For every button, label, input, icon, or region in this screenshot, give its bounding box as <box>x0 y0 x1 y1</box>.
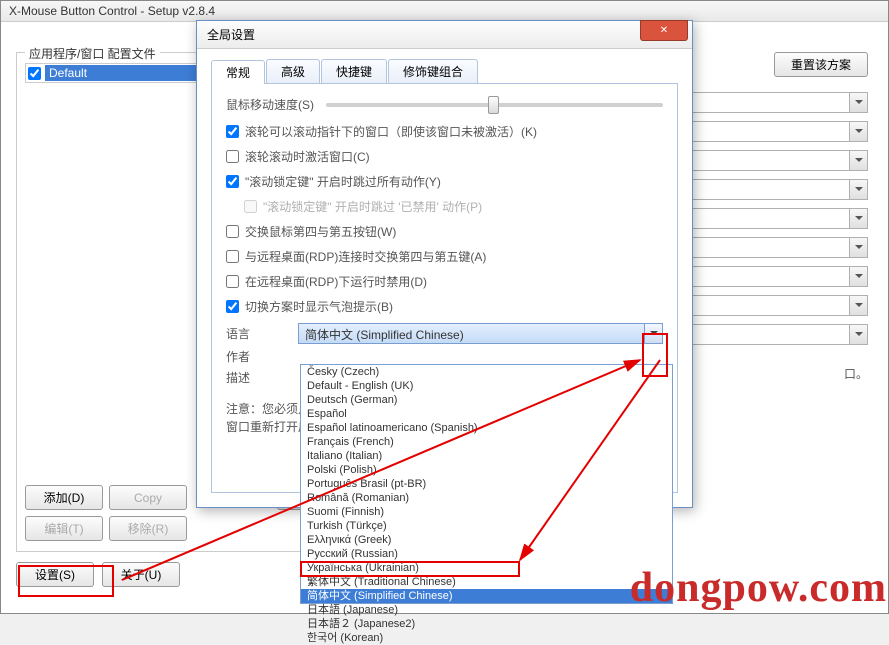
close-icon[interactable] <box>640 20 688 41</box>
language-option[interactable]: Česky (Czech) <box>301 365 672 379</box>
chevron-down-icon[interactable] <box>849 266 868 287</box>
chk-scroll-lock-off: "滚动锁定键" 开启时跳过 '已禁用' 动作(P) <box>244 198 663 215</box>
language-option[interactable]: Español <box>301 407 672 421</box>
tab-general[interactable]: 常规 <box>211 60 265 84</box>
watermark: dongpow.com <box>630 564 887 612</box>
mouse-speed-label: 鼠标移动速度(S) <box>226 96 326 113</box>
language-option[interactable]: Turkish (Türkçe) <box>301 519 672 533</box>
language-option[interactable]: Português Brasil (pt-BR) <box>301 477 672 491</box>
language-selected: 简体中文 (Simplified Chinese) <box>298 323 645 344</box>
chk-scroll-under[interactable]: 滚轮可以滚动指针下的窗口（即使该窗口未被激活）(K) <box>226 123 663 140</box>
language-option[interactable]: Italiano (Italian) <box>301 449 672 463</box>
author-label: 作者 <box>226 348 298 365</box>
tab-hotkeys[interactable]: 快捷键 <box>321 59 387 83</box>
language-option[interactable]: Français (French) <box>301 435 672 449</box>
language-option[interactable]: Español latinoamericano (Spanish) <box>301 421 672 435</box>
chevron-down-icon[interactable] <box>849 121 868 142</box>
add-button[interactable]: 添加(D) <box>25 485 103 510</box>
chk-rdp-swap[interactable]: 与远程桌面(RDP)连接时交换第四与第五键(A) <box>226 248 663 265</box>
chk-scroll-activate[interactable]: 滚轮滚动时激活窗口(C) <box>226 148 663 165</box>
chk-tooltip[interactable]: 切换方案时显示气泡提示(B) <box>226 298 663 315</box>
desc-label: 描述 <box>226 369 298 386</box>
settings-button[interactable]: 设置(S) <box>16 562 94 587</box>
chevron-down-icon[interactable] <box>849 92 868 113</box>
language-select[interactable]: 简体中文 (Simplified Chinese) <box>298 323 663 344</box>
dialog-title: 全局设置 <box>207 26 255 43</box>
language-option[interactable]: Українська (Ukrainian) <box>301 561 672 575</box>
tab-strip: 常规 高级 快捷键 修饰键组合 <box>211 59 678 84</box>
remove-button: 移除(R) <box>109 516 187 541</box>
reset-button[interactable]: 重置该方案 <box>774 52 868 77</box>
tab-advanced[interactable]: 高级 <box>266 59 320 83</box>
chevron-down-icon[interactable] <box>849 150 868 171</box>
dialog-titlebar[interactable]: 全局设置 <box>197 21 692 49</box>
copy-button: Copy <box>109 485 187 510</box>
language-option[interactable]: Deutsch (German) <box>301 393 672 407</box>
chevron-down-icon[interactable] <box>644 323 663 344</box>
chevron-down-icon[interactable] <box>849 179 868 200</box>
profile-checkbox[interactable] <box>28 67 41 80</box>
chevron-down-icon[interactable] <box>849 208 868 229</box>
chevron-down-icon[interactable] <box>849 324 868 345</box>
edit-button: 编辑(T) <box>25 516 103 541</box>
chevron-down-icon[interactable] <box>849 295 868 316</box>
language-option[interactable]: Română (Romanian) <box>301 491 672 505</box>
chk-rdp-disable[interactable]: 在远程桌面(RDP)下运行时禁用(D) <box>226 273 663 290</box>
language-option[interactable]: Ελληνικά (Greek) <box>301 533 672 547</box>
language-label: 语言 <box>226 325 298 342</box>
language-option[interactable]: 日本語 (Japanese) <box>301 603 672 617</box>
language-option[interactable]: Русский (Russian) <box>301 547 672 561</box>
language-option[interactable]: Suomi (Finnish) <box>301 505 672 519</box>
language-option[interactable]: 简体中文 (Simplified Chinese) <box>301 589 672 603</box>
chk-scroll-lock-on[interactable]: "滚动锁定键" 开启时跳过所有动作(Y) <box>226 173 663 190</box>
language-dropdown[interactable]: Česky (Czech)Default - English (UK)Deuts… <box>300 364 673 604</box>
chk-swap45[interactable]: 交换鼠标第四与第五按钮(W) <box>226 223 663 240</box>
language-option[interactable]: 日本語２ (Japanese2) <box>301 617 672 631</box>
tab-modifiers[interactable]: 修饰键组合 <box>388 59 478 83</box>
language-option[interactable]: 繁体中文 (Traditional Chinese) <box>301 575 672 589</box>
main-title: X-Mouse Button Control - Setup v2.8.4 <box>1 1 888 22</box>
about-button[interactable]: 关于(U) <box>102 562 180 587</box>
language-option[interactable]: Default - English (UK) <box>301 379 672 393</box>
language-option[interactable]: 한국어 (Korean) <box>301 631 672 645</box>
mouse-speed-slider[interactable] <box>326 103 663 107</box>
profile-group-legend: 应用程序/窗口 配置文件 <box>25 45 160 62</box>
language-option[interactable]: Polski (Polish) <box>301 463 672 477</box>
chevron-down-icon[interactable] <box>849 237 868 258</box>
mouse-speed-row: 鼠标移动速度(S) <box>226 96 663 113</box>
slider-thumb[interactable] <box>488 96 499 114</box>
